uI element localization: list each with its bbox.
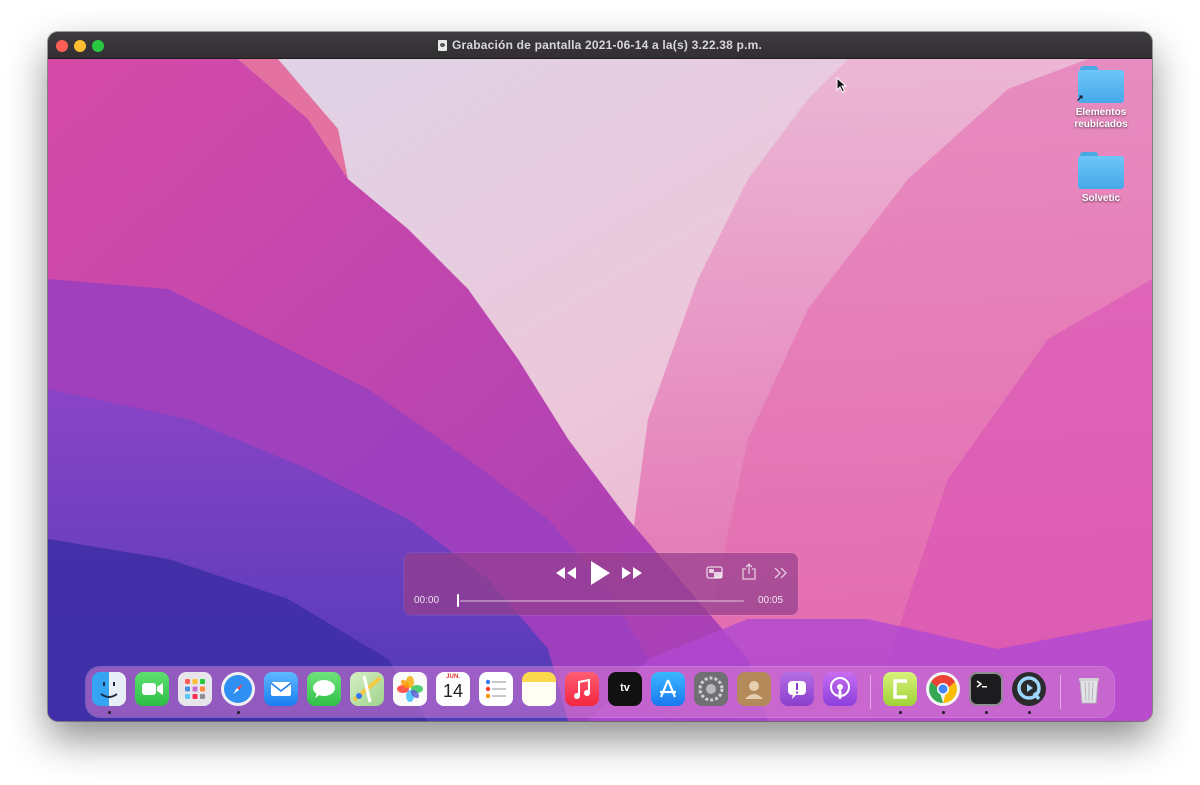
quicktime-icon[interactable] <box>1012 672 1046 706</box>
share-button[interactable] <box>742 563 756 580</box>
mouse-pointer-icon <box>836 77 848 93</box>
running-indicator <box>942 711 945 714</box>
video-frame: ↗ Elementos reubicados Solvetic 00:00 00… <box>48 59 1152 721</box>
folder-icon: ↗ <box>1076 65 1124 103</box>
calendar-month: JUN. <box>446 674 460 680</box>
current-time: 00:00 <box>414 595 440 606</box>
dock: JUN. 14 tv <box>86 667 1114 717</box>
podcasts-icon[interactable] <box>823 672 857 706</box>
folder-icon <box>1078 151 1124 189</box>
desktop-folder-label: Solvetic <box>1081 193 1121 204</box>
scrubber-playhead[interactable] <box>457 594 459 607</box>
terminal-icon[interactable] <box>969 672 1003 706</box>
more-options-chevron-icon[interactable] <box>774 567 788 579</box>
maps-icon[interactable] <box>350 672 384 706</box>
desktop-folder-label: Elementos <box>1075 107 1127 118</box>
dock-separator <box>870 675 871 709</box>
safari-icon[interactable] <box>221 672 255 706</box>
camtasia-icon[interactable] <box>883 672 917 706</box>
system-preferences-icon[interactable] <box>694 672 728 706</box>
scrubber-track[interactable] <box>460 600 744 602</box>
contacts-icon[interactable] <box>737 672 771 706</box>
notes-icon[interactable] <box>522 672 556 706</box>
desktop-folder-elementos-reubicados[interactable]: ↗ Elementos reubicados <box>1061 65 1141 131</box>
chrome-icon[interactable] <box>926 672 960 706</box>
running-indicator <box>108 711 111 714</box>
launchpad-icon[interactable] <box>178 672 212 706</box>
mail-icon[interactable] <box>264 672 298 706</box>
trash-icon[interactable] <box>1072 672 1106 706</box>
tv-label: tv <box>620 682 630 694</box>
quicktime-window: Grabación de pantalla 2021-06-14 a la(s)… <box>48 32 1152 721</box>
calendar-day: 14 <box>442 681 464 701</box>
rewind-button[interactable] <box>555 566 577 580</box>
document-icon[interactable] <box>437 39 447 51</box>
window-title: Grabación de pantalla 2021-06-14 a la(s)… <box>451 38 763 52</box>
picture-in-picture-button[interactable] <box>706 566 724 580</box>
desktop-folder-label: reubicados <box>1074 119 1128 130</box>
app-store-icon[interactable] <box>651 672 685 706</box>
duration-time: 00:05 <box>758 595 784 606</box>
wallpaper <box>48 59 1152 721</box>
calendar-icon[interactable]: JUN. 14 <box>436 672 470 706</box>
photos-icon[interactable] <box>393 672 427 706</box>
facetime-icon[interactable] <box>135 672 169 706</box>
feedback-assistant-icon[interactable] <box>780 672 814 706</box>
playback-controls: 00:00 00:05 <box>404 553 798 615</box>
reminders-icon[interactable] <box>479 672 513 706</box>
messages-icon[interactable] <box>307 672 341 706</box>
desktop-folder-solvetic[interactable]: Solvetic <box>1061 151 1141 205</box>
dock-separator <box>1060 675 1061 709</box>
alias-arrow-icon: ↗ <box>1076 93 1084 103</box>
finder-icon[interactable] <box>92 672 126 706</box>
apple-tv-icon[interactable]: tv <box>608 672 642 706</box>
window-titlebar[interactable]: Grabación de pantalla 2021-06-14 a la(s)… <box>48 32 1152 59</box>
music-icon[interactable] <box>565 672 599 706</box>
fast-forward-button[interactable] <box>621 566 643 580</box>
running-indicator <box>985 711 988 714</box>
running-indicator <box>237 711 240 714</box>
running-indicator <box>899 711 902 714</box>
running-indicator <box>1028 711 1031 714</box>
play-button[interactable] <box>589 560 611 586</box>
